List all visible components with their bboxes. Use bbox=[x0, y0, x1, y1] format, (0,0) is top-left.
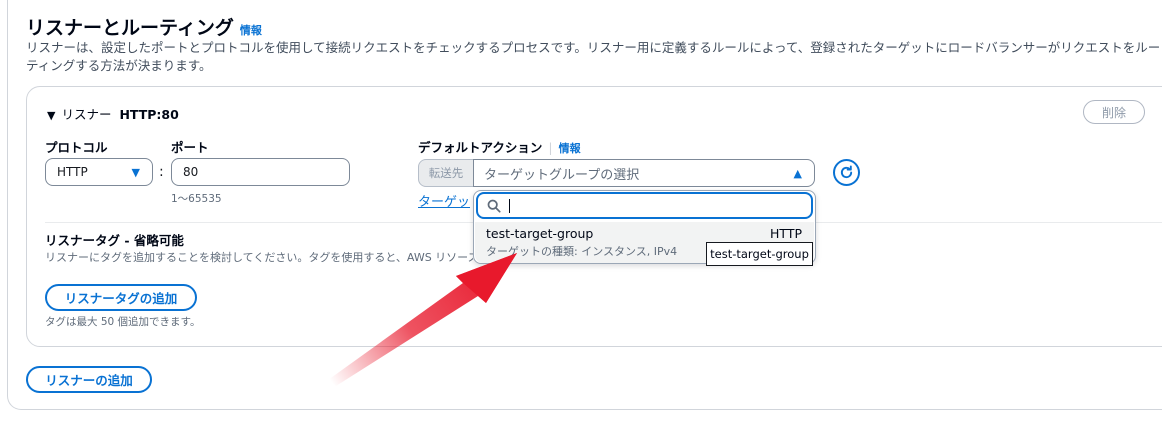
colon-separator: : bbox=[159, 164, 164, 180]
listener-header-prefix: リスナー bbox=[61, 107, 112, 122]
section-description: リスナーは、設定したポートとプロトコルを使用して接続リクエストをチェックするプロ… bbox=[26, 40, 1161, 73]
protocol-select[interactable]: HTTP ▼ bbox=[45, 158, 153, 186]
port-input[interactable]: 80 bbox=[171, 158, 350, 186]
delete-button[interactable]: 削除 bbox=[1083, 100, 1145, 124]
label-separator: | bbox=[548, 140, 553, 155]
listener-tags-description: リスナーにタグを追加することを検討してください。タグを使用すると、AWS リソー… bbox=[45, 251, 473, 264]
port-value: 80 bbox=[183, 165, 199, 179]
add-listener-button[interactable]: リスナーの追加 bbox=[26, 366, 152, 393]
section-title-text: リスナーとルーティング bbox=[26, 17, 234, 39]
refresh-icon bbox=[840, 165, 853, 179]
default-action-label-row: デフォルトアクション | 情報 bbox=[418, 137, 581, 156]
option-protocol: HTTP bbox=[770, 226, 802, 241]
tag-limit-hint: タグは最大 50 個追加できます。 bbox=[45, 316, 201, 328]
text-cursor bbox=[509, 199, 510, 213]
listener-header[interactable]: ▼ リスナー HTTP:80 bbox=[47, 104, 179, 123]
default-action-info-link[interactable]: 情報 bbox=[559, 142, 581, 155]
option-subtext: ターゲットの種類: インスタンス, IPv4 bbox=[486, 245, 678, 258]
protocol-value: HTTP bbox=[57, 165, 88, 179]
caret-down-icon[interactable]: ▼ bbox=[47, 109, 55, 122]
dropdown-search-input[interactable] bbox=[476, 192, 813, 219]
chevron-up-icon: ▲ bbox=[793, 167, 802, 180]
search-icon bbox=[487, 199, 501, 213]
forward-to-label: 転送先 bbox=[418, 159, 474, 187]
port-hint: 1〜65535 bbox=[171, 193, 222, 205]
target-group-select[interactable]: ターゲットグループの選択 ▲ bbox=[473, 159, 815, 187]
section-title: リスナーとルーティング 情報 bbox=[26, 13, 262, 40]
target-group-placeholder: ターゲットグループの選択 bbox=[484, 167, 640, 183]
option-name: test-target-group bbox=[486, 226, 594, 241]
add-listener-tag-button[interactable]: リスナータグの追加 bbox=[45, 284, 197, 311]
create-target-group-link[interactable]: ターゲッ bbox=[418, 191, 470, 210]
protocol-label: プロトコル bbox=[45, 140, 108, 155]
chevron-down-icon: ▼ bbox=[131, 166, 140, 179]
refresh-button[interactable] bbox=[833, 159, 860, 186]
default-action-label: デフォルトアクション bbox=[418, 140, 543, 155]
port-label: ポート bbox=[171, 140, 209, 155]
option-tooltip: test-target-group bbox=[706, 242, 813, 266]
listener-header-name: HTTP:80 bbox=[119, 107, 179, 122]
info-link[interactable]: 情報 bbox=[240, 24, 262, 37]
listener-tags-title: リスナータグ - 省略可能 bbox=[45, 233, 184, 248]
